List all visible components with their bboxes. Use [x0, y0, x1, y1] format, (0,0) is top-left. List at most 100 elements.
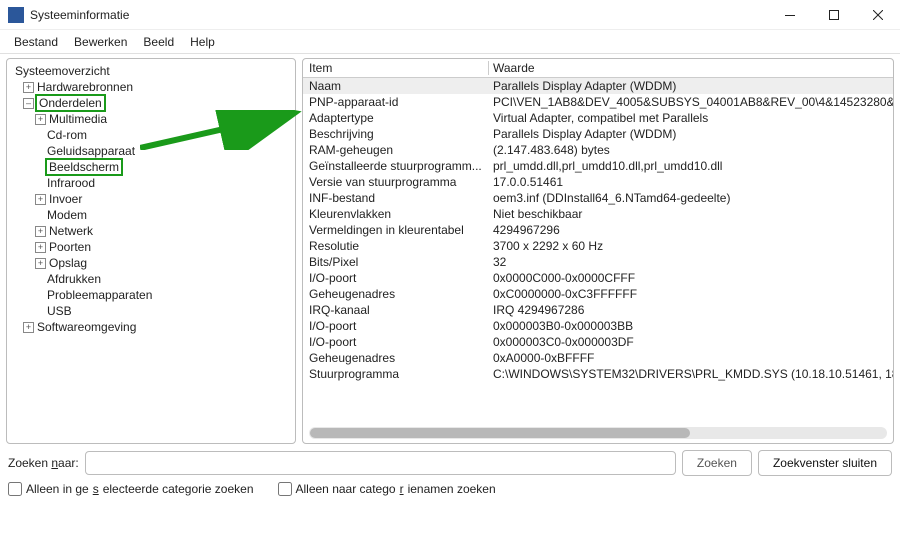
detail-row[interactable]: BeschrijvingParallels Display Adapter (W…	[303, 126, 894, 142]
detail-row[interactable]: StuurprogrammaC:\WINDOWS\SYSTEM32\DRIVER…	[303, 366, 894, 382]
expand-icon[interactable]: +	[35, 242, 46, 253]
detail-row[interactable]: I/O-poort0x000003B0-0x000003BB	[303, 318, 894, 334]
cell-item: INF-bestand	[303, 191, 489, 205]
tree-netwerk[interactable]: +Netwerk	[9, 223, 293, 239]
menu-bewerken[interactable]: Bewerken	[66, 33, 135, 51]
tree-beeldscherm[interactable]: Beeldscherm	[9, 159, 293, 175]
cell-item: I/O-poort	[303, 319, 489, 333]
tree-hardware[interactable]: +Hardwarebronnen	[9, 79, 293, 95]
detail-row[interactable]: Resolutie3700 x 2292 x 60 Hz	[303, 238, 894, 254]
cell-item: I/O-poort	[303, 335, 489, 349]
cell-item: I/O-poort	[303, 271, 489, 285]
maximize-button[interactable]	[812, 0, 856, 30]
menu-beeld[interactable]: Beeld	[135, 33, 182, 51]
tree-probleem[interactable]: Probleemapparaten	[9, 287, 293, 303]
tree-geluid[interactable]: Geluidsapparaat	[9, 143, 293, 159]
cell-value: 17.0.0.51461	[489, 175, 894, 189]
cell-item: Vermeldingen in kleurentabel	[303, 223, 489, 237]
detail-row[interactable]: Geheugenadres0xC0000000-0xC3FFFFFF	[303, 286, 894, 302]
highlighted-beeldscherm: Beeldscherm	[47, 160, 121, 174]
detail-row[interactable]: Bits/Pixel32	[303, 254, 894, 270]
detail-row[interactable]: IRQ-kanaalIRQ 4294967286	[303, 302, 894, 318]
tree-invoer[interactable]: +Invoer	[9, 191, 293, 207]
cell-value: 0x0000C000-0x0000CFFF	[489, 271, 894, 285]
highlighted-onderdelen: Onderdelen	[37, 96, 104, 110]
search-input[interactable]	[85, 451, 676, 475]
close-button[interactable]	[856, 0, 900, 30]
cell-value: Parallels Display Adapter (WDDM)	[489, 79, 894, 93]
col-item-header[interactable]: Item	[303, 61, 489, 75]
tree-multimedia[interactable]: +Multimedia	[9, 111, 293, 127]
checkbox[interactable]	[278, 482, 292, 496]
search-button[interactable]: Zoeken	[682, 450, 752, 476]
tree-pane: Systeemoverzicht +Hardwarebronnen –Onder…	[6, 58, 296, 444]
detail-row[interactable]: RAM-geheugen(2.147.483.648) bytes	[303, 142, 894, 158]
tree-modem[interactable]: Modem	[9, 207, 293, 223]
cell-item: PNP-apparaat-id	[303, 95, 489, 109]
tree-infrarood[interactable]: Infrarood	[9, 175, 293, 191]
tree-opslag[interactable]: +Opslag	[9, 255, 293, 271]
tree-cdrom[interactable]: Cd-rom	[9, 127, 293, 143]
detail-row[interactable]: NaamParallels Display Adapter (WDDM)	[303, 78, 894, 94]
tree: Systeemoverzicht +Hardwarebronnen –Onder…	[9, 63, 293, 335]
window-title: Systeeminformatie	[30, 8, 129, 22]
detail-row[interactable]: KleurenvlakkenNiet beschikbaar	[303, 206, 894, 222]
cell-value: C:\WINDOWS\SYSTEM32\DRIVERS\PRL_KMDD.SYS…	[489, 367, 894, 381]
tree-poorten[interactable]: +Poorten	[9, 239, 293, 255]
tree-software[interactable]: +Softwareomgeving	[9, 319, 293, 335]
menu-help[interactable]: Help	[182, 33, 223, 51]
cell-value: prl_umdd.dll,prl_umdd10.dll,prl_umdd10.d…	[489, 159, 894, 173]
detail-row[interactable]: I/O-poort0x000003C0-0x000003DF	[303, 334, 894, 350]
cell-value: 32	[489, 255, 894, 269]
cell-item: Naam	[303, 79, 489, 93]
expand-icon[interactable]: +	[23, 82, 34, 93]
detail-row[interactable]: Versie van stuurprogramma17.0.0.51461	[303, 174, 894, 190]
cell-value: Niet beschikbaar	[489, 207, 894, 221]
menubar: Bestand Bewerken Beeld Help	[0, 30, 900, 54]
cell-item: Adaptertype	[303, 111, 489, 125]
cell-value: 0xC0000000-0xC3FFFFFF	[489, 287, 894, 301]
cell-value: 0x000003C0-0x000003DF	[489, 335, 894, 349]
tree-root[interactable]: Systeemoverzicht	[9, 63, 293, 79]
detail-row[interactable]: AdaptertypeVirtual Adapter, compatibel m…	[303, 110, 894, 126]
cell-item: IRQ-kanaal	[303, 303, 489, 317]
col-value-header[interactable]: Waarde	[489, 61, 894, 75]
scrollbar-thumb[interactable]	[310, 428, 690, 438]
check-row: Alleen in geselecteerde categorie zoeken…	[8, 482, 892, 496]
cell-item: Geïnstalleerde stuurprogramm...	[303, 159, 489, 173]
detail-row[interactable]: PNP-apparaat-idPCI\VEN_1AB8&DEV_4005&SUB…	[303, 94, 894, 110]
tree-afdrukken[interactable]: Afdrukken	[9, 271, 293, 287]
expand-icon[interactable]: +	[23, 322, 34, 333]
detail-header[interactable]: Item Waarde	[303, 59, 894, 78]
close-search-button[interactable]: Zoekvenster sluiten	[758, 450, 892, 476]
search-row: Zoeken naar: Zoeken Zoekvenster sluiten	[8, 450, 892, 476]
menu-bestand[interactable]: Bestand	[6, 33, 66, 51]
cell-value: PCI\VEN_1AB8&DEV_4005&SUBSYS_04001AB8&RE…	[489, 95, 894, 109]
cell-item: Stuurprogramma	[303, 367, 489, 381]
cell-item: Bits/Pixel	[303, 255, 489, 269]
detail-row[interactable]: INF-bestandoem3.inf (DDInstall64_6.NTamd…	[303, 190, 894, 206]
cell-item: Geheugenadres	[303, 351, 489, 365]
chk-category-names[interactable]: Alleen naar categorienamen zoeken	[278, 482, 496, 496]
cell-item: Resolutie	[303, 239, 489, 253]
detail-row[interactable]: I/O-poort0x0000C000-0x0000CFFF	[303, 270, 894, 286]
tree-onderdelen[interactable]: –Onderdelen	[9, 95, 293, 111]
detail-table: Item Waarde NaamParallels Display Adapte…	[303, 59, 894, 382]
checkbox[interactable]	[8, 482, 22, 496]
chk-selected-category[interactable]: Alleen in geselecteerde categorie zoeken	[8, 482, 254, 496]
cell-value: 3700 x 2292 x 60 Hz	[489, 239, 894, 253]
minimize-button[interactable]	[768, 0, 812, 30]
expand-icon[interactable]: +	[35, 258, 46, 269]
expand-icon[interactable]: +	[35, 194, 46, 205]
collapse-icon[interactable]: –	[23, 98, 34, 109]
footer: Zoeken naar: Zoeken Zoekvenster sluiten …	[0, 444, 900, 500]
detail-row[interactable]: Geheugenadres0xA0000-0xBFFFF	[303, 350, 894, 366]
detail-row[interactable]: Vermeldingen in kleurentabel4294967296	[303, 222, 894, 238]
expand-icon[interactable]: +	[35, 114, 46, 125]
detail-row[interactable]: Geïnstalleerde stuurprogramm...prl_umdd.…	[303, 158, 894, 174]
cell-value: (2.147.483.648) bytes	[489, 143, 894, 157]
horizontal-scrollbar[interactable]	[309, 427, 887, 439]
tree-usb[interactable]: USB	[9, 303, 293, 319]
cell-item: Versie van stuurprogramma	[303, 175, 489, 189]
expand-icon[interactable]: +	[35, 226, 46, 237]
